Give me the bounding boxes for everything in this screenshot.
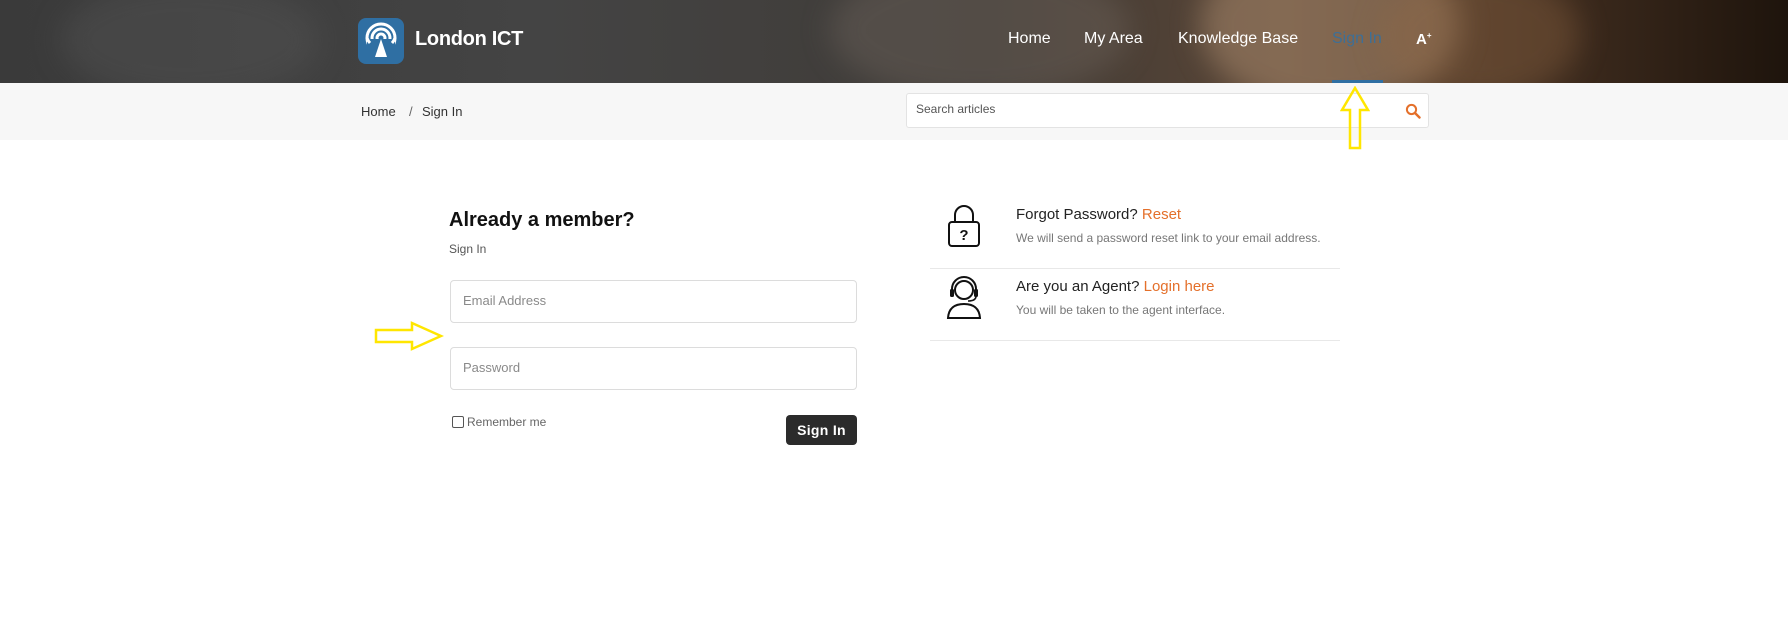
lock-question-icon: ? xyxy=(948,205,980,247)
remember-me-label[interactable]: Remember me xyxy=(467,415,546,429)
search-input[interactable] xyxy=(916,102,1356,116)
agent-login-description: You will be taken to the agent interface… xyxy=(1016,303,1226,317)
search-icon[interactable] xyxy=(1405,103,1421,119)
remember-me-checkbox[interactable] xyxy=(452,416,464,428)
nav-my-area[interactable]: My Area xyxy=(1084,30,1143,48)
email-input[interactable] xyxy=(463,293,843,308)
breadcrumb-current: Sign In xyxy=(422,104,463,119)
reset-link[interactable]: Reset xyxy=(1142,206,1181,223)
logo-icon[interactable] xyxy=(358,18,404,64)
agent-question-text: Are you an Agent? xyxy=(1016,278,1140,295)
breadcrumb-separator: / xyxy=(409,104,413,119)
forgot-password-row: ? Forgot Password? Reset We will send a … xyxy=(930,196,1340,269)
svg-text:?: ? xyxy=(959,227,968,244)
brand-name[interactable]: London ICT xyxy=(415,28,523,51)
nav-home[interactable]: Home xyxy=(1008,30,1051,48)
agent-login-link[interactable]: Login here xyxy=(1144,278,1215,295)
arrow-right-annotation-icon xyxy=(374,321,444,351)
remember-me: Remember me xyxy=(452,415,546,429)
password-input[interactable] xyxy=(463,360,843,375)
breadcrumb-bar: Home / Sign In xyxy=(0,83,1788,140)
login-subtitle: Sign In xyxy=(449,242,487,256)
email-field xyxy=(450,280,857,323)
forgot-password-text: Forgot Password? xyxy=(1016,206,1138,223)
nav-knowledge-base[interactable]: Knowledge Base xyxy=(1178,30,1298,48)
site-header: London ICT Home My Area Knowledge Base S… xyxy=(0,0,1788,83)
forgot-password-description: We will send a password reset link to yo… xyxy=(1016,231,1321,245)
arrow-up-annotation-icon xyxy=(1340,86,1370,150)
headset-agent-icon xyxy=(946,276,982,319)
password-field xyxy=(450,347,857,390)
breadcrumb-home[interactable]: Home xyxy=(361,104,396,119)
sign-in-button[interactable]: Sign In xyxy=(786,415,857,445)
login-title: Already a member? xyxy=(449,209,635,231)
agent-login-row: Are you an Agent? Login here You will be… xyxy=(930,268,1340,341)
font-size-icon[interactable]: A+ xyxy=(1416,31,1432,48)
nav-sign-in[interactable]: Sign In xyxy=(1332,30,1382,48)
